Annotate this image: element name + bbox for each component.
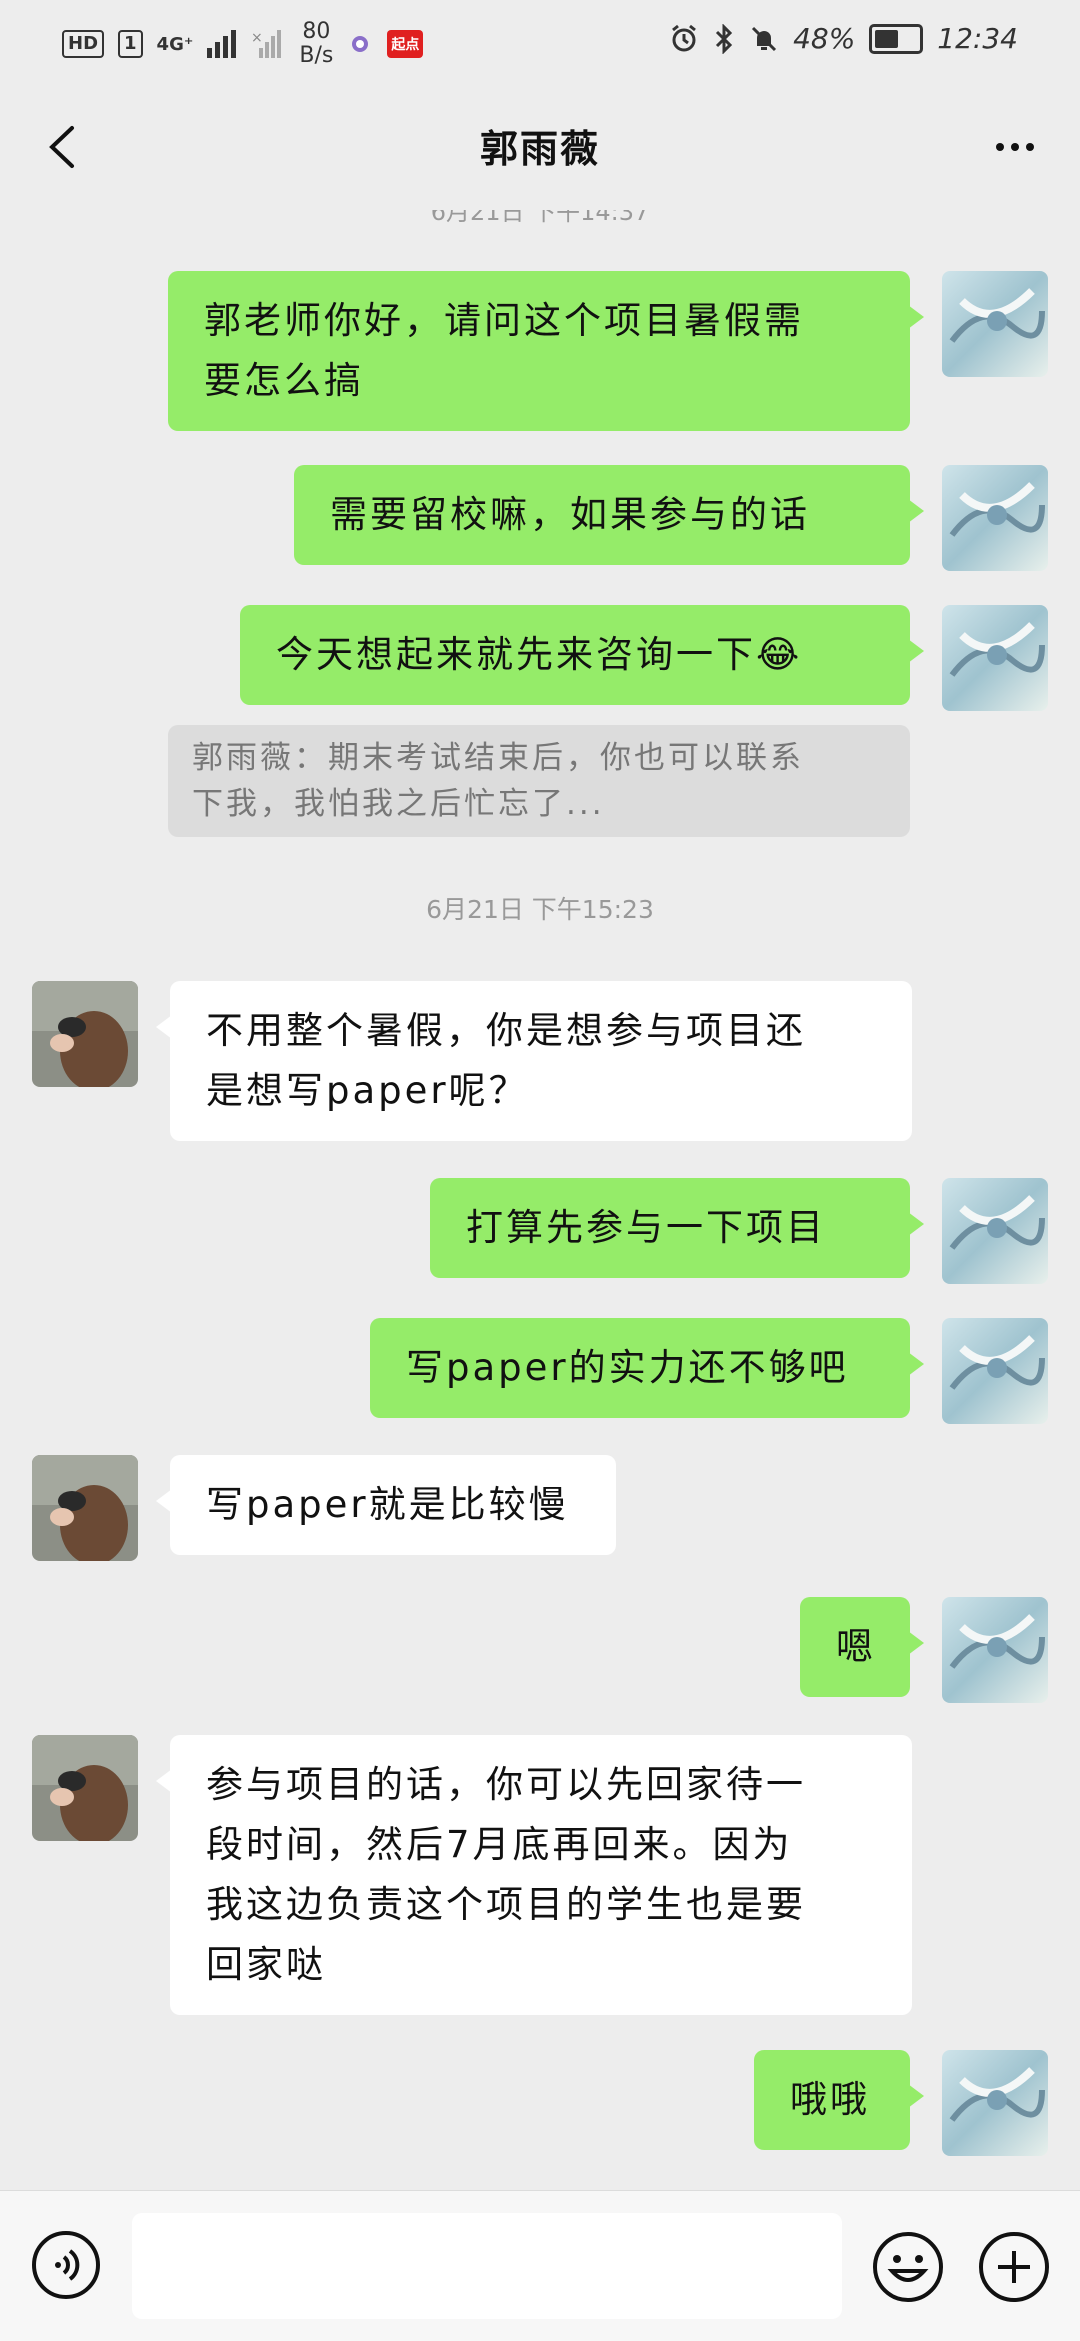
timestamp: 6月21日 下午15:23 bbox=[426, 895, 654, 924]
contact-avatar[interactable] bbox=[32, 981, 138, 1087]
status-bar: HD 1 4G⁺ × 80 B/s 起点 48% 12:34 bbox=[0, 0, 1080, 82]
my-avatar[interactable] bbox=[942, 1318, 1048, 1424]
clock: 12:34 bbox=[937, 22, 1018, 55]
qidian-app-badge: 起点 bbox=[387, 30, 424, 58]
outgoing-message-bubble[interactable]: 需要留校嘛，如果参与的话 bbox=[294, 465, 924, 565]
more-options-button[interactable] bbox=[980, 112, 1050, 182]
plus-icon bbox=[979, 2232, 1049, 2302]
outgoing-message-bubble[interactable]: 哦哦 bbox=[754, 2050, 924, 2150]
outgoing-message-bubble[interactable]: 写paper的实力还不够吧 bbox=[370, 1318, 924, 1418]
emoji-icon bbox=[873, 2232, 943, 2302]
signal-empty-icon: × bbox=[251, 30, 282, 58]
more-functions-button[interactable] bbox=[976, 2229, 1052, 2305]
network-indicator: 4G⁺ bbox=[156, 33, 194, 55]
incoming-message-bubble[interactable]: 参与项目的话，你可以先回家待一 段时间，然后7月底再回来。因为 我这边负责这个项… bbox=[156, 1735, 912, 2015]
speed-value: 80 bbox=[302, 19, 331, 44]
chat-history[interactable]: 6月21日 下午14:37 郭老师你好，请问这个项目暑假需 要怎么搞需要留校嘛，… bbox=[0, 210, 1080, 2190]
alarm-icon bbox=[672, 24, 696, 51]
incoming-message-bubble[interactable]: 不用整个暑假，你是想参与项目还 是想写paper呢？ bbox=[156, 981, 912, 1141]
my-avatar[interactable] bbox=[942, 271, 1048, 377]
incoming-message-bubble[interactable]: 写paper就是比较慢 bbox=[156, 1455, 616, 1555]
my-avatar[interactable] bbox=[942, 2050, 1048, 2156]
my-avatar[interactable] bbox=[942, 1597, 1048, 1703]
status-left: HD 1 4G⁺ × 80 B/s 起点 bbox=[62, 20, 424, 68]
my-avatar[interactable] bbox=[942, 1178, 1048, 1284]
hd-indicator: HD bbox=[62, 30, 105, 58]
mute-icon bbox=[752, 26, 777, 51]
battery-fill bbox=[875, 29, 899, 48]
my-avatar[interactable] bbox=[942, 465, 1048, 571]
outgoing-message-bubble[interactable]: 郭老师你好，请问这个项目暑假需 要怎么搞 bbox=[168, 271, 924, 431]
signal-icon bbox=[207, 30, 237, 58]
input-bar bbox=[0, 2190, 1080, 2341]
outgoing-message-bubble[interactable]: 嗯 bbox=[800, 1597, 924, 1697]
contact-name: 郭雨薇 bbox=[479, 127, 600, 171]
chat-header: 郭雨薇 bbox=[0, 82, 1080, 210]
svg-text:×: × bbox=[251, 30, 263, 46]
my-avatar[interactable] bbox=[942, 605, 1048, 711]
timestamp: 6月21日 下午14:37 bbox=[430, 210, 650, 226]
battery-icon bbox=[869, 23, 924, 54]
app-notification-icon bbox=[352, 36, 369, 52]
outgoing-message-bubble[interactable]: 打算先参与一下项目 bbox=[430, 1178, 924, 1278]
contact-avatar[interactable] bbox=[32, 1455, 138, 1561]
voice-icon bbox=[32, 2231, 100, 2299]
message-input[interactable] bbox=[132, 2213, 842, 2319]
bluetooth-icon bbox=[716, 23, 733, 54]
network-speed: 80 B/s bbox=[299, 20, 333, 68]
more-dots-icon bbox=[996, 143, 1034, 151]
speed-unit: B/s bbox=[299, 43, 334, 68]
sim-indicator: 1 bbox=[118, 30, 143, 58]
voice-input-button[interactable] bbox=[30, 2229, 102, 2301]
status-right: 48% 12:34 bbox=[669, 22, 1018, 55]
contact-avatar[interactable] bbox=[32, 1735, 138, 1841]
quoted-message[interactable]: 郭雨薇：期末考试结束后，你也可以联系 下我，我怕我之后忙忘了... bbox=[168, 725, 910, 837]
outgoing-message-bubble[interactable]: 今天想起来就先来咨询一下😂 bbox=[240, 605, 924, 705]
emoji-button[interactable] bbox=[870, 2229, 946, 2305]
battery-percent: 48% bbox=[793, 22, 856, 55]
